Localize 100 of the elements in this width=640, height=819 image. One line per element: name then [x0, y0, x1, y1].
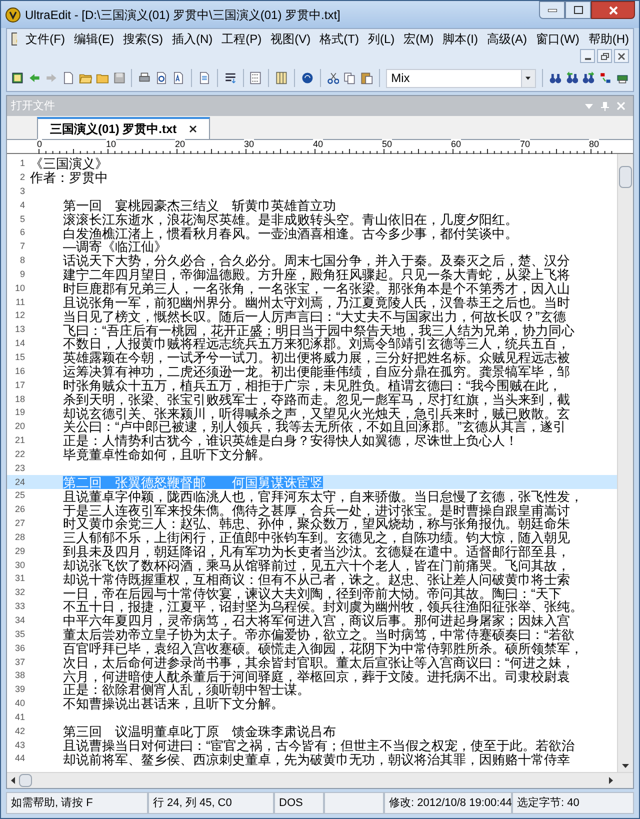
line-number: 36	[14, 642, 26, 655]
copy-icon[interactable]	[343, 70, 356, 86]
line-number: 5	[18, 212, 26, 226]
menu-item[interactable]: 视图(V)	[270, 30, 311, 48]
line-number: 15	[14, 350, 26, 364]
menu-item[interactable]: 插入(N)	[172, 30, 213, 48]
text-line: 却说玄德引关、张来颍川，听得喊杀之声，又望见火光烛天，急引兵来时，贼已败散。玄	[63, 406, 570, 420]
status-modified: 修改: 2012/10/8 19:00:44	[389, 796, 512, 811]
find-next-icon[interactable]	[582, 70, 596, 86]
menu-item[interactable]: 帮助(H)	[588, 30, 629, 48]
paste-icon[interactable]	[360, 70, 374, 86]
line-number: 6	[18, 226, 26, 240]
spell-check-icon[interactable]	[172, 70, 186, 86]
status-help: 如需帮助, 请按 F	[11, 796, 93, 811]
window-title: UltraEdit - [D:\三国演义(01) 罗贯中\三国演义(01) 罗贯中.txt]	[25, 6, 342, 24]
minimize-button[interactable]	[539, 1, 565, 19]
text-line: 白发渔樵江渚上，惯看秋月春风。一壶浊酒喜相逢。古今多少事，都付笑谈中。	[63, 226, 518, 240]
text-line: 六月，何进暗使人酖杀董后于河间驿庭，举柩回京，葬于文陵。进托病不出。司隶校尉袁	[63, 670, 570, 683]
panel-title: 打开文件	[11, 98, 56, 114]
status-format: DOS	[279, 796, 303, 811]
close-button[interactable]	[591, 1, 635, 19]
scroll-left-icon[interactable]	[11, 777, 15, 784]
vertical-scrollbar[interactable]	[617, 154, 633, 772]
line-number: 28	[14, 530, 26, 544]
line-number: 18	[14, 392, 26, 406]
line-number: 7	[18, 240, 26, 254]
line-number: 41	[14, 710, 26, 724]
horizontal-scrollbar[interactable]	[7, 772, 633, 788]
column-mode-icon[interactable]	[275, 70, 288, 86]
line-number: 8	[18, 254, 26, 268]
line-number: 19	[14, 406, 26, 420]
menu-item[interactable]: 搜索(S)	[123, 30, 163, 48]
text-line: 董太后尝劝帝立皇子协为太子。帝亦偏爱协，欲立之。当时病笃，中常侍蹇硕奏曰：“若欲	[63, 628, 574, 642]
text-line: 当日见了榜文，慨然长叹。随后一人厉声言曰：“大丈夫不与国家出力，何故长叹？”玄德	[63, 310, 566, 323]
scroll-right-icon[interactable]	[609, 777, 613, 784]
menu-item[interactable]: 工程(P)	[222, 30, 262, 48]
save-icon[interactable]	[112, 70, 126, 86]
mdi-minimize-button[interactable]	[580, 49, 595, 63]
line-number: 17	[14, 378, 26, 392]
text-line: 却说张飞饮了数杯闷酒，乘马从馆驿前过，见五六十个老人，皆在门前痛哭。飞问其故，	[63, 558, 570, 572]
app-logo-icon	[5, 6, 21, 22]
dropdown-button[interactable]	[520, 70, 535, 86]
status-selection: 选定字节: 40	[517, 796, 580, 811]
text-line: 杀到天明，张梁、张宝引败残军士，夺路而走。忽见一彪军马，尽打红旗，当头来到，截	[63, 392, 570, 406]
maximize-button[interactable]	[565, 1, 591, 19]
mdi-restore-button[interactable]	[597, 49, 612, 63]
scrollbar-thumb[interactable]	[19, 774, 32, 787]
mdi-close-button[interactable]	[614, 49, 629, 63]
close-icon[interactable]	[188, 125, 197, 133]
scroll-down-icon[interactable]	[622, 764, 629, 768]
scrollbar-thumb[interactable]	[619, 166, 632, 188]
text-line: 第三回 议温明董卓叱丁原 馈金珠李肃说吕布	[63, 725, 336, 738]
menu-item[interactable]: 窗口(W)	[536, 30, 580, 48]
text-line: 且说张角一军，前犯幽州界分。幽州太守刘焉，乃江夏竟陵人氏，汉鲁恭王之后也。当时	[63, 296, 570, 309]
line-number: 29	[14, 544, 26, 558]
document-list-icon[interactable]	[11, 70, 24, 86]
status-position: 行 24, 列 45, C0	[153, 796, 232, 811]
restore-icon	[600, 52, 608, 60]
line-number: 31	[14, 572, 26, 586]
ruler-label: 30	[244, 139, 254, 149]
font-dropdown[interactable]: Mix	[386, 68, 536, 88]
line-number: 35	[14, 628, 26, 641]
text-line: 且说曹操当日对何进曰：“宦官之祸，古今皆有；但世主不当假之权宠，使至于此。若欲治	[63, 738, 574, 752]
line-number: 38	[14, 669, 26, 682]
find-previous-icon[interactable]	[566, 70, 578, 86]
line-number: 16	[14, 364, 26, 378]
text-line: 第一回 宴桃园豪杰三结义 斩黄巾英雄首立功	[63, 198, 336, 212]
text-line: 飞曰：“吾庄后有一桃园，花开正盛；明日当于园中祭告天地，我三人结为兄弟，协力同心	[63, 324, 574, 337]
document-lines-icon[interactable]	[198, 70, 211, 86]
ruler-label: 80	[589, 139, 600, 149]
menu-item[interactable]: 编辑(E)	[74, 30, 114, 48]
hex-binary-icon[interactable]	[249, 70, 262, 86]
text-line: 不五十日，报捷，江夏平，诏封坚为乌程侯。封刘虞为幽州牧，领兵往渔阳征张举、张纯。	[63, 600, 583, 614]
text-line: 却说十常侍既握重权，互相商议：但有不从己者，诛之。赵忠、张让差人问破黄巾将士索	[63, 572, 570, 586]
menu-item[interactable]: 列(L)	[368, 30, 395, 48]
menu-item[interactable]: 高级(A)	[487, 30, 527, 48]
print-preview-icon[interactable]	[155, 70, 168, 86]
text-line: 运筹决算有神功，二虎还须逊一龙。初出便能垂伟绩，自应分鼎在孤穷。龚景犒军毕，邹	[63, 365, 570, 378]
menu-item[interactable]: 脚本(I)	[442, 30, 478, 48]
line-number: 34	[14, 614, 26, 628]
text-line: 却说前将军、鳌乡侯、西凉刺史董卓，先为破黄巾无功，朝议将治其罪，因贿赂十常侍幸	[63, 752, 570, 766]
line-number: 1	[18, 157, 26, 170]
file-tab[interactable]: 三国演义(01) 罗贯中.txt	[37, 117, 210, 139]
line-number: 24	[14, 476, 26, 489]
menu-item[interactable]: 文件(F)	[26, 30, 65, 48]
text-line: 正是：欲除君侧宵人乱，须听朝中智士谋。	[63, 683, 310, 696]
text-line: —调寄《临江仙》	[63, 240, 168, 254]
ruler-label: 70	[520, 139, 530, 149]
line-number: 21	[14, 434, 26, 448]
text-line: 滚滚长江东逝水，浪花淘尽英雄。是非成败转头空。青山依旧在，几度夕阳红。	[63, 212, 518, 226]
text-line: 且说董卓字仲颖，陇西临洮人也，官拜河东太守，自来骄傲。当日怠慢了玄德，张飞性发，	[63, 490, 583, 503]
cut-icon[interactable]	[326, 70, 340, 86]
menu-item[interactable]: 格式(T)	[320, 30, 359, 48]
maximize-icon	[574, 6, 582, 14]
new-file-icon[interactable]	[62, 70, 75, 86]
dropdown-value: Mix	[390, 70, 411, 87]
browser-globe-icon[interactable]	[300, 70, 314, 86]
line-number: 26	[14, 503, 26, 516]
menu-item[interactable]: 宏(M)	[404, 30, 434, 48]
text-line: 百官呼拜已毕，袁绍入宫收蹇硕。硕慌走入御园，花阴下为中常侍郭胜所杀。硕所领禁军，	[63, 642, 583, 655]
